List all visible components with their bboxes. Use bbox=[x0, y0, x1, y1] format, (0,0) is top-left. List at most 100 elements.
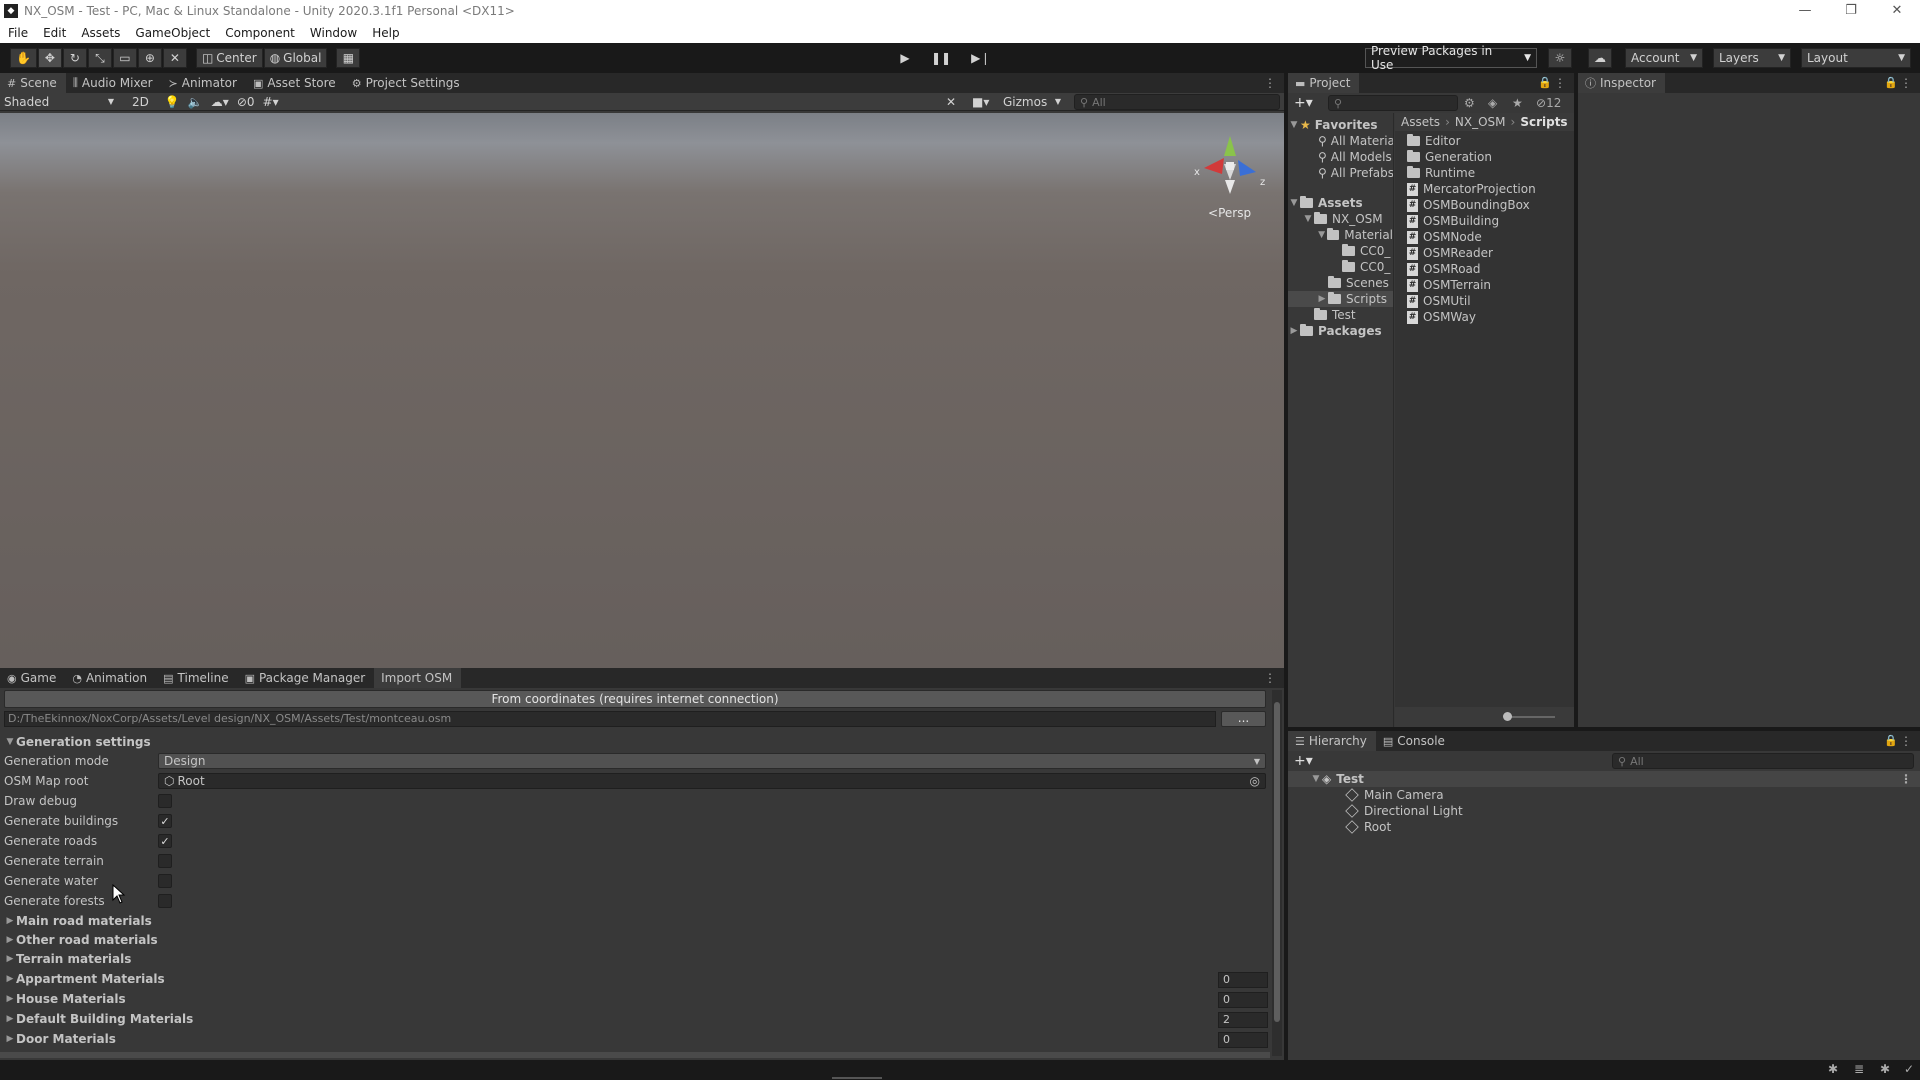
play-button[interactable]: ▶ bbox=[893, 48, 917, 68]
hierarchy-search-input[interactable]: ⚲ All bbox=[1612, 753, 1914, 769]
breadcrumb-item[interactable]: Scripts bbox=[1520, 115, 1567, 129]
rotate-tool-icon[interactable]: ↻ bbox=[62, 48, 87, 68]
network-icon[interactable]: ✱ bbox=[1880, 1062, 1890, 1076]
list-item[interactable]: # MercatorProjection bbox=[1407, 181, 1574, 197]
move-tool-icon[interactable]: ✥ bbox=[37, 48, 62, 68]
tab-animator[interactable]: ≻ Animator bbox=[162, 73, 246, 93]
from-coordinates-button[interactable]: From coordinates (requires internet conn… bbox=[4, 690, 1266, 708]
rect-tool-icon[interactable]: ▭ bbox=[112, 48, 137, 68]
lock-icon[interactable]: 🔒 bbox=[1884, 76, 1898, 89]
list-item[interactable]: # OSMRoad bbox=[1407, 261, 1574, 277]
hand-tool-icon[interactable]: ✋ bbox=[10, 48, 37, 68]
tab-package-manager[interactable]: ▣ Package Manager bbox=[238, 668, 375, 688]
filter-label-icon[interactable]: ◈ bbox=[1488, 96, 1497, 110]
add-asset-button[interactable]: +▾ bbox=[1294, 95, 1313, 111]
create-object-button[interactable]: +▾ bbox=[1294, 753, 1313, 769]
more-icon[interactable]: ⋮ bbox=[1264, 671, 1276, 685]
tree-item-cc0-2[interactable]: CC0_ bbox=[1288, 259, 1393, 275]
hierarchy-item[interactable]: Main Camera bbox=[1288, 787, 1920, 803]
slider-thumb[interactable] bbox=[1503, 712, 1512, 721]
check-circle-icon[interactable]: ✓ bbox=[1904, 1062, 1914, 1076]
maximize-button[interactable]: ❐ bbox=[1828, 0, 1874, 22]
persp-label[interactable]: <Persp bbox=[1208, 206, 1251, 220]
tab-console[interactable]: ▤ Console bbox=[1376, 731, 1454, 751]
house-materials-foldout[interactable]: ▶ House Materials bbox=[4, 990, 126, 1008]
snap-grid-icon[interactable]: ▦ bbox=[336, 48, 361, 68]
minimize-button[interactable]: — bbox=[1782, 0, 1828, 22]
project-search-input[interactable]: ⚲ bbox=[1328, 95, 1458, 111]
generate-terrain-checkbox[interactable] bbox=[158, 854, 172, 868]
generation-settings-foldout[interactable]: ▼ Generation settings bbox=[4, 733, 151, 751]
list-item[interactable]: # OSMBuilding bbox=[1407, 213, 1574, 229]
default-building-materials-count[interactable]: 2 bbox=[1218, 1012, 1268, 1028]
generation-mode-dropdown[interactable]: Design ▼ bbox=[158, 753, 1266, 769]
hidden-objects-toggle[interactable]: ⊘ 0 bbox=[233, 95, 259, 109]
menu-component[interactable]: Component bbox=[217, 26, 302, 40]
hierarchy-item[interactable]: Directional Light bbox=[1288, 803, 1920, 819]
scene-viewport[interactable] bbox=[0, 113, 1284, 668]
tab-import-osm[interactable]: Import OSM bbox=[374, 668, 462, 688]
step-button[interactable]: ▶❘ bbox=[965, 48, 997, 68]
hierarchy-item[interactable]: Root bbox=[1288, 819, 1920, 835]
gizmo-x-cone[interactable] bbox=[1204, 158, 1224, 174]
breadcrumb-item[interactable]: Assets bbox=[1401, 115, 1440, 129]
gizmo-center[interactable] bbox=[1226, 162, 1234, 170]
more-icon[interactable]: ⋮ bbox=[1554, 76, 1566, 90]
lock-icon[interactable]: 🔒 bbox=[1538, 76, 1552, 89]
gizmos-dropdown[interactable]: Gizmos ▼ bbox=[999, 95, 1065, 109]
osm-file-path-field[interactable]: D:/TheEkinnox/NoxCorp/Assets/Level desig… bbox=[4, 711, 1216, 727]
tree-item-material[interactable]: ▼ Material bbox=[1288, 227, 1393, 243]
gizmo-y-cone[interactable] bbox=[1224, 136, 1236, 156]
tab-inspector[interactable]: ⓘ Inspector bbox=[1578, 73, 1665, 93]
generate-roads-checkbox[interactable]: ✓ bbox=[158, 834, 172, 848]
lock-icon[interactable]: 🔒 bbox=[1884, 734, 1898, 747]
appartment-materials-foldout[interactable]: ▶ Appartment Materials bbox=[4, 970, 165, 988]
other-road-materials-foldout[interactable]: ▶ Other road materials bbox=[4, 931, 158, 949]
list-item[interactable]: Runtime bbox=[1407, 165, 1574, 181]
layers-dropdown[interactable]: Layers ▼ bbox=[1713, 48, 1791, 68]
tab-scene[interactable]: # Scene bbox=[0, 73, 66, 93]
more-icon[interactable]: ⋮ bbox=[1264, 76, 1276, 90]
tree-item-assets[interactable]: ▼ Assets bbox=[1288, 195, 1393, 211]
lighting-icon[interactable]: 💡 bbox=[161, 95, 184, 109]
more-icon[interactable]: ⋮ bbox=[1900, 76, 1912, 90]
toggle-2d-button[interactable]: 2D bbox=[128, 95, 153, 109]
scale-tool-icon[interactable]: ⤡ bbox=[87, 48, 112, 68]
osm-map-root-field[interactable]: ⬡ Root ◎ bbox=[158, 773, 1266, 789]
generate-water-checkbox[interactable] bbox=[158, 874, 172, 888]
object-picker-icon[interactable]: ◎ bbox=[1250, 774, 1260, 788]
account-dropdown[interactable]: Account ▼ bbox=[1625, 48, 1703, 68]
door-materials-count[interactable]: 0 bbox=[1218, 1032, 1268, 1048]
browse-button[interactable]: ... bbox=[1221, 711, 1266, 727]
menu-window[interactable]: Window bbox=[302, 26, 364, 40]
favorite-item[interactable]: ⚲ All Prefabs bbox=[1288, 165, 1393, 181]
filter-type-icon[interactable]: ⚙ bbox=[1464, 96, 1475, 110]
tree-item-packages[interactable]: ▶ Packages bbox=[1288, 323, 1393, 339]
tab-game[interactable]: ◉ Game bbox=[0, 668, 65, 688]
transform-tool-icon[interactable]: ⊕ bbox=[137, 48, 162, 68]
tools-icon[interactable]: ✕ bbox=[942, 95, 960, 109]
appartment-materials-count[interactable]: 0 bbox=[1218, 972, 1268, 988]
grid-toggle-icon[interactable]: #▾ bbox=[259, 95, 283, 109]
scrollbar-thumb[interactable] bbox=[1274, 702, 1280, 1022]
favorite-star-icon[interactable]: ★ bbox=[1512, 96, 1523, 110]
tab-audio-mixer[interactable]: ⫼ Audio Mixer bbox=[66, 73, 162, 93]
menu-gameobject[interactable]: GameObject bbox=[127, 26, 217, 40]
favorite-item[interactable]: ⚲ All Models bbox=[1288, 149, 1393, 165]
tab-hierarchy[interactable]: ☰ Hierarchy bbox=[1288, 731, 1376, 751]
custom-tool-icon[interactable]: ✕ bbox=[162, 48, 187, 68]
tree-item-cc0-1[interactable]: CC0_ bbox=[1288, 243, 1393, 259]
list-item[interactable]: # OSMUtil bbox=[1407, 293, 1574, 309]
shading-mode-dropdown[interactable]: Shaded ▼ bbox=[0, 95, 118, 109]
scene-orientation-gizmo[interactable]: x z bbox=[1190, 128, 1270, 203]
tab-timeline[interactable]: ▤ Timeline bbox=[156, 668, 237, 688]
effects-icon[interactable]: ☁▾ bbox=[207, 95, 233, 109]
database-icon[interactable]: ≣ bbox=[1854, 1062, 1864, 1076]
tab-project-settings[interactable]: ⚙ Project Settings bbox=[345, 73, 469, 93]
cloud-icon[interactable]: ☁ bbox=[1588, 48, 1612, 68]
close-button[interactable]: ✕ bbox=[1874, 0, 1920, 22]
generate-buildings-checkbox[interactable]: ✓ bbox=[158, 814, 172, 828]
horizontal-scrollbar[interactable] bbox=[0, 1052, 1270, 1058]
collab-icon[interactable]: ☼ bbox=[1548, 48, 1572, 68]
tab-project[interactable]: ▬ Project bbox=[1288, 73, 1360, 93]
